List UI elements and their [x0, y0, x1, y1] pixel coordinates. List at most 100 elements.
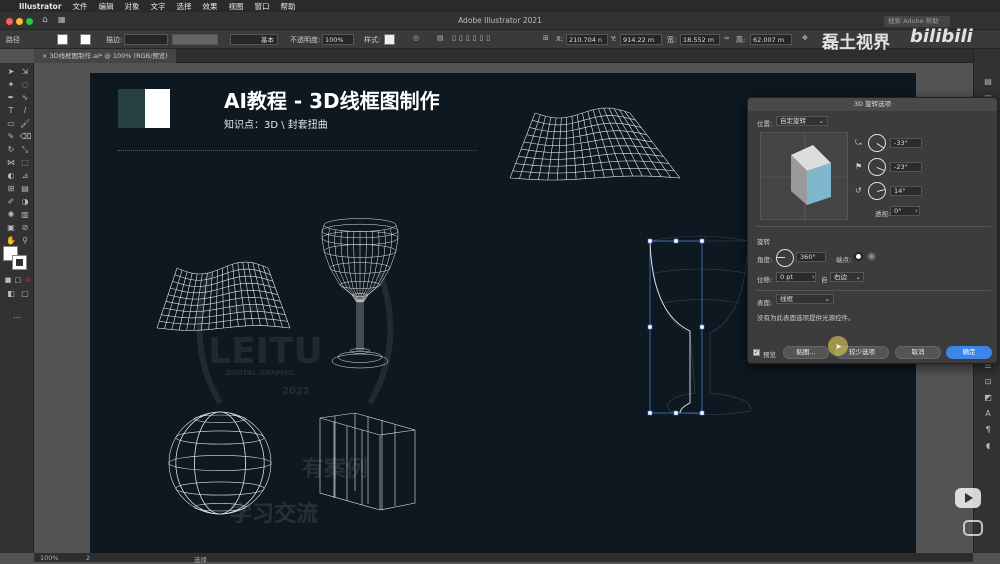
- opentype-panel-icon[interactable]: ◖: [983, 441, 993, 451]
- constrain-proportions-icon[interactable]: ∞: [724, 34, 730, 42]
- magic-wand-tool-icon[interactable]: ✦: [6, 80, 16, 90]
- stroke-weight-field[interactable]: [124, 34, 168, 45]
- selection-handles[interactable]: [647, 238, 705, 416]
- selection-tool-icon[interactable]: ➤: [6, 67, 16, 77]
- variable-width-profile[interactable]: [172, 34, 218, 45]
- shape-builder-tool-icon[interactable]: ◐: [6, 171, 16, 181]
- selected-path[interactable]: [647, 238, 705, 416]
- angle-field[interactable]: 360°: [796, 252, 826, 262]
- screen-mode-icon[interactable]: ▢: [20, 289, 30, 299]
- menu-help[interactable]: 帮助: [281, 1, 296, 12]
- chevron-right-icon[interactable]: ›: [915, 207, 918, 215]
- rotate-y-field[interactable]: -23°: [890, 162, 922, 172]
- recolor-icon[interactable]: ◎: [413, 34, 419, 42]
- menu-view[interactable]: 视图: [229, 1, 244, 12]
- surface-select[interactable]: 线框 ⌄: [776, 294, 834, 304]
- free-transform-tool-icon[interactable]: ⬚: [20, 158, 30, 168]
- scale-tool-icon[interactable]: ⤡: [20, 145, 30, 155]
- graph-tool-icon[interactable]: ▥: [20, 210, 30, 220]
- menu-type[interactable]: 文字: [151, 1, 166, 12]
- artboard-number[interactable]: 2: [86, 554, 90, 562]
- align-buttons-icon[interactable]: ▯▯▯▯▯▯: [452, 34, 493, 42]
- type-tool-icon[interactable]: T: [6, 106, 16, 116]
- angle-dial[interactable]: [776, 249, 794, 267]
- menu-object[interactable]: 对象: [125, 1, 140, 12]
- line-tool-icon[interactable]: /: [20, 106, 30, 116]
- gradient-mode-icon[interactable]: □: [13, 275, 23, 285]
- symbol-sprayer-tool-icon[interactable]: ✺: [6, 210, 16, 220]
- perspective-grid-tool-icon[interactable]: ⊿: [20, 171, 30, 181]
- x-field[interactable]: 210.704 n: [566, 34, 608, 45]
- character-panel-icon[interactable]: A: [983, 409, 993, 419]
- play-overlay-icon[interactable]: [955, 488, 981, 508]
- app-menu[interactable]: Illustrator: [19, 2, 62, 11]
- zoom-tool-icon[interactable]: ⚲: [20, 236, 30, 246]
- zoom-level[interactable]: 100%: [40, 554, 59, 562]
- menu-window[interactable]: 窗口: [255, 1, 270, 12]
- draw-mode-icon[interactable]: ◧: [6, 289, 16, 299]
- from-select[interactable]: 右边 ⌄: [830, 272, 864, 282]
- color-mode-icon[interactable]: ■: [3, 275, 13, 285]
- cap-off-toggle[interactable]: [867, 252, 876, 261]
- screen-overlay-icon[interactable]: [963, 520, 983, 536]
- shaper-tool-icon[interactable]: ✎: [6, 132, 16, 142]
- paragraph-panel-icon[interactable]: ¶: [983, 425, 993, 435]
- curvature-tool-icon[interactable]: ∿: [20, 93, 30, 103]
- fill-swatch[interactable]: [57, 34, 68, 45]
- track-cube-area[interactable]: [760, 132, 849, 221]
- more-tools-icon[interactable]: ⋯: [12, 313, 22, 323]
- reference-point-icon[interactable]: ⊞: [543, 34, 549, 42]
- rotate-x-field[interactable]: -33°: [890, 138, 922, 148]
- pathfinder-panel-icon[interactable]: ◩: [983, 393, 993, 403]
- stroke-color-box[interactable]: [12, 255, 27, 270]
- menu-select[interactable]: 选择: [177, 1, 192, 12]
- transform-panel-icon[interactable]: ⊡: [983, 377, 993, 387]
- artboard-tool-icon[interactable]: ▣: [6, 223, 16, 233]
- offset-chevron-icon[interactable]: ›: [812, 273, 815, 281]
- mouse-cursor-icon: ➤: [835, 342, 842, 351]
- properties-panel-icon[interactable]: ▤: [983, 77, 993, 87]
- menu-effect[interactable]: 效果: [203, 1, 218, 12]
- rotation-cube[interactable]: [761, 133, 849, 221]
- y-field[interactable]: 914.22 m: [620, 34, 662, 45]
- direct-selection-tool-icon[interactable]: ⇲: [20, 67, 30, 77]
- lasso-tool-icon[interactable]: ◌: [20, 80, 30, 90]
- eraser-tool-icon[interactable]: ⌫: [20, 132, 31, 142]
- opacity-field[interactable]: 100%: [322, 34, 354, 45]
- stroke-swatch[interactable]: [80, 34, 91, 45]
- paintbrush-tool-icon[interactable]: 🖌: [20, 119, 30, 129]
- preview-checkbox[interactable]: ✓: [753, 349, 760, 356]
- cancel-button[interactable]: 取消: [895, 346, 941, 359]
- rotate-y-dial[interactable]: [868, 158, 886, 176]
- cap-on-toggle[interactable]: [854, 252, 863, 261]
- width-field[interactable]: 18.552 m: [680, 34, 720, 45]
- slice-tool-icon[interactable]: ⊘: [20, 223, 30, 233]
- align-options-icon[interactable]: ▤: [437, 34, 444, 42]
- menu-edit[interactable]: 编辑: [99, 1, 114, 12]
- graphic-style-swatch[interactable]: [384, 34, 395, 45]
- position-select[interactable]: 自定旋转 ⌄: [776, 116, 828, 126]
- menu-file[interactable]: 文件: [73, 1, 88, 12]
- rotate-x-dial[interactable]: [868, 134, 886, 152]
- pen-tool-icon[interactable]: ✒: [6, 93, 16, 103]
- gradient-tool-icon[interactable]: ▤: [20, 184, 30, 194]
- ok-button[interactable]: 确定: [946, 346, 992, 359]
- close-tab-icon[interactable]: ×: [42, 52, 50, 60]
- map-art-button[interactable]: 贴图...: [783, 346, 829, 359]
- channel-watermark: 磊土视界: [822, 33, 890, 53]
- mesh-tool-icon[interactable]: ⊞: [6, 184, 16, 194]
- offset-field[interactable]: 0 pt: [776, 272, 816, 282]
- rotate-z-field[interactable]: 14°: [890, 186, 922, 196]
- transform-icon[interactable]: ✥: [802, 34, 808, 42]
- tab-document[interactable]: × 3D线框图制作.ai* @ 100% (RGB/预览): [34, 49, 176, 63]
- width-tool-icon[interactable]: ⋈: [6, 158, 16, 168]
- hand-tool-icon[interactable]: ✋: [6, 236, 16, 246]
- brush-definition-select[interactable]: 基本: [230, 34, 278, 45]
- none-mode-icon[interactable]: ⊘: [23, 275, 33, 285]
- height-field[interactable]: 62.007 m: [750, 34, 792, 45]
- blend-tool-icon[interactable]: ◑: [20, 197, 30, 207]
- rotate-z-dial[interactable]: [868, 182, 886, 200]
- eyedropper-tool-icon[interactable]: ✐: [6, 197, 16, 207]
- rotate-tool-icon[interactable]: ↻: [6, 145, 16, 155]
- rectangle-tool-icon[interactable]: ▭: [6, 119, 16, 129]
